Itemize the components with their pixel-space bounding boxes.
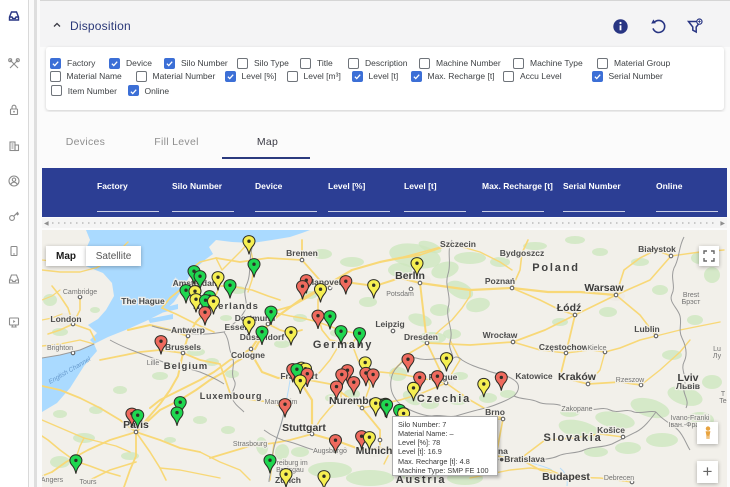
svg-text:Lublin: Lublin [634, 324, 660, 334]
svg-text:Slovakia: Slovakia [543, 432, 602, 444]
svg-text:Łódź: Łódź [557, 302, 582, 314]
svg-text:Cologne: Cologne [231, 350, 265, 360]
svg-text:Belgium: Belgium [164, 361, 208, 372]
svg-text:Лу: Лу [713, 353, 722, 360]
svg-text:Poland: Poland [532, 262, 579, 274]
svg-text:Berlin: Berlin [395, 270, 425, 282]
svg-text:Bydgoszcz: Bydgoszcz [500, 248, 544, 258]
svg-text:Antwerp: Antwerp [171, 325, 205, 335]
svg-text:Bremen: Bremen [286, 248, 318, 258]
svg-text:Brest: Brest [683, 292, 699, 299]
svg-text:Poznań: Poznań [485, 276, 515, 286]
svg-text:Kraków: Kraków [558, 371, 597, 383]
svg-text:London: London [50, 314, 81, 324]
svg-text:Львів: Львів [676, 381, 700, 391]
svg-text:Czechia: Czechia [417, 393, 471, 405]
svg-text:Ivano-Franki: Ivano-Franki [671, 415, 710, 422]
svg-text:Te: Te [719, 398, 727, 405]
svg-text:Potsdam: Potsdam [386, 291, 414, 298]
svg-text:Augsburgo: Augsburgo [313, 448, 347, 455]
svg-text:Tours: Tours [79, 479, 97, 486]
svg-text:Rzeszow: Rzeszow [616, 377, 645, 384]
svg-text:Dresden: Dresden [404, 332, 438, 342]
svg-text:Брэст: Брэст [682, 299, 702, 306]
svg-text:Leipzig: Leipzig [375, 319, 404, 329]
svg-text:Lu: Lu [713, 346, 721, 353]
svg-text:Częstochowa: Częstochowa [539, 342, 594, 352]
svg-text:Zakopane: Zakopane [561, 406, 592, 413]
svg-text:Debrecen: Debrecen [604, 475, 634, 482]
svg-text:Lille: Lille [147, 360, 160, 367]
svg-text:Szczecin: Szczecin [440, 239, 476, 249]
svg-text:Brussels: Brussels [165, 342, 201, 352]
svg-text:Warsaw: Warsaw [584, 282, 624, 294]
svg-text:Germany: Germany [313, 339, 373, 351]
svg-text:Wrocław: Wrocław [483, 330, 518, 340]
svg-text:Cambridge: Cambridge [63, 289, 97, 296]
svg-text:Białystok: Białystok [638, 244, 676, 254]
svg-text:Budapest: Budapest [542, 471, 590, 483]
svg-text:Katowice: Katowice [515, 371, 553, 381]
svg-text:Kielce: Kielce [587, 345, 606, 352]
svg-text:Stuttgart: Stuttgart [282, 422, 326, 434]
svg-text:Luxembourg: Luxembourg [200, 391, 263, 401]
svg-text:Brighton: Brighton [47, 345, 73, 352]
svg-text:●Bratislava: ●Bratislava [499, 454, 545, 464]
svg-text:Freiburg im: Freiburg im [272, 460, 308, 467]
svg-text:Angers: Angers [42, 477, 64, 484]
svg-text:Košice: Košice [597, 425, 625, 435]
svg-text:Strasbourg: Strasbourg [233, 441, 267, 448]
svg-text:The Hague: The Hague [121, 296, 165, 306]
svg-text:T: T [721, 391, 726, 398]
